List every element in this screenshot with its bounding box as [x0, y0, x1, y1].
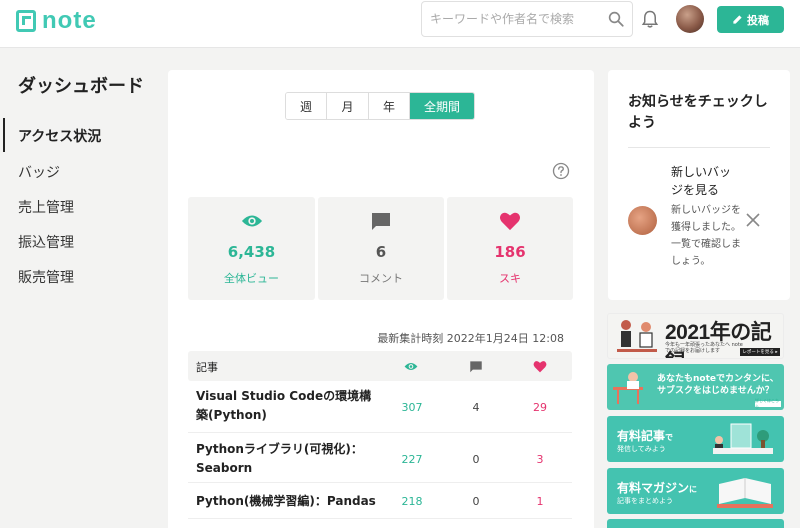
notification-bell-icon[interactable] — [641, 9, 659, 29]
views-label: 全体ビュー — [224, 272, 279, 285]
banner-paid-article[interactable]: 有料記事で 発信してみよう — [607, 416, 784, 462]
period-tabs: 週 月 年 全期間 — [285, 92, 475, 120]
top-header: note 投稿 — [0, 0, 800, 48]
stat-card-likes: 186 スキ — [447, 197, 573, 300]
notice-title: お知らせをチェックしよう — [628, 94, 768, 131]
table-header: 記事 — [188, 351, 572, 381]
banner-subscription[interactable]: あなたもnoteでカンタンに、サブスクをはじめませんか？ 詳しくはこちら — [607, 364, 784, 410]
illustration-people-icon — [617, 320, 657, 352]
banner-more[interactable] — [607, 519, 784, 528]
logo-text: note — [42, 7, 97, 34]
article-title[interactable]: Visual Studio Codeの環境構築(Python) — [196, 387, 376, 425]
post-button[interactable]: 投稿 — [717, 6, 784, 33]
likes-label: スキ — [499, 272, 521, 285]
illustration-desk-icon — [613, 372, 643, 404]
tab-year[interactable]: 年 — [369, 93, 410, 119]
badge-coin-icon — [628, 206, 657, 235]
eye-icon — [241, 215, 262, 227]
search-input[interactable] — [422, 2, 602, 36]
article-likes: 1 — [536, 495, 544, 508]
article-views: 227 — [401, 453, 423, 466]
table-row[interactable]: Python(機械学習編)：Pandas 218 0 1 — [188, 483, 572, 519]
banner-subscription-text: あなたもnoteでカンタンに、サブスクをはじめませんか？ — [657, 374, 779, 396]
dashboard-title: ダッシュボード — [18, 76, 144, 97]
tab-week[interactable]: 週 — [286, 93, 327, 119]
nav-active-indicator — [3, 118, 5, 152]
illustration-open-book-icon — [717, 478, 773, 508]
nav-item-sales-management[interactable]: 販売管理 — [18, 267, 74, 287]
comments-column-comment-icon — [470, 361, 482, 373]
banner-paid-magazine-title: 有料マガジンに — [617, 479, 697, 496]
notice-item-title[interactable]: 新しいバッジを見る — [671, 163, 741, 199]
banner-paid-article-title: 有料記事で — [617, 427, 673, 444]
notice-item-body: 新しいバッジを獲得しました。一覧で確認しましょう。 — [671, 205, 741, 267]
help-icon[interactable] — [552, 162, 570, 180]
illustration-books-icon — [713, 423, 773, 454]
likes-column-heart-icon — [533, 361, 547, 373]
note-logo-icon — [16, 10, 36, 32]
banner-2021-report[interactable]: 2021年の記録 今年も一年頑張ったあなたへ noteでの記録をお届けします レ… — [607, 313, 784, 359]
last-updated: 最新集計時刻 2022年1月24日 12:08 — [377, 332, 564, 345]
article-comments: 0 — [472, 453, 480, 466]
tab-all-time[interactable]: 全期間 — [410, 93, 474, 119]
banner-paid-article-title-particle: で — [665, 433, 674, 442]
note-logo[interactable]: note — [16, 7, 97, 35]
banner-2021-subtitle: 今年も一年頑張ったあなたへ noteでの記録をお届けします — [665, 342, 743, 354]
search-icon[interactable] — [607, 10, 625, 28]
article-views: 218 — [401, 495, 423, 508]
tab-month[interactable]: 月 — [327, 93, 369, 119]
comments-total: 6 — [375, 243, 387, 261]
access-panel: 週 月 年 全期間 6,438 全体ビュー 6 コメント 186 スキ 最新集計… — [168, 70, 594, 528]
column-header-article: 記事 — [196, 361, 218, 374]
views-total: 6,438 — [227, 243, 276, 261]
stat-card-views: 6,438 全体ビュー — [188, 197, 315, 300]
article-likes: 29 — [533, 401, 547, 414]
article-title[interactable]: Pythonライブラリ(可視化)：Seaborn — [196, 440, 376, 478]
heart-icon — [500, 212, 520, 231]
article-title[interactable]: Python(機械学習編)：Pandas — [196, 492, 396, 511]
divider — [628, 147, 770, 148]
banner-2021-report-button[interactable]: レポートを見る ▸ — [740, 348, 780, 356]
notice-panel: お知らせをチェックしよう 新しいバッジを見る 新しいバッジを獲得しました。一覧で… — [608, 70, 790, 300]
article-views: 307 — [401, 401, 423, 414]
banner-paid-article-title-main: 有料記事 — [617, 429, 666, 443]
comments-label: コメント — [359, 272, 403, 285]
article-comments: 0 — [472, 495, 480, 508]
views-column-eye-icon — [404, 363, 418, 370]
banner-paid-magazine-subtitle: 記事をまとめよう — [617, 497, 673, 505]
likes-total: 186 — [494, 243, 526, 261]
nav-item-badges[interactable]: バッジ — [18, 162, 60, 182]
pencil-icon — [733, 15, 742, 24]
nav-item-sales[interactable]: 売上管理 — [18, 197, 74, 217]
nav-item-access[interactable]: アクセス状況 — [18, 126, 101, 146]
banner-subscription-button[interactable]: 詳しくはこちら — [755, 398, 781, 409]
close-icon[interactable] — [746, 213, 760, 227]
user-avatar[interactable] — [676, 5, 704, 33]
banner-paid-article-subtitle: 発信してみよう — [617, 445, 666, 453]
article-comments: 4 — [472, 401, 480, 414]
article-likes: 3 — [536, 453, 544, 466]
stat-card-comments: 6 コメント — [318, 197, 444, 300]
banner-paid-magazine-title-main: 有料マガジン — [617, 481, 690, 495]
table-row[interactable]: Visual Studio Codeの環境構築(Python) 307 4 29 — [188, 381, 572, 433]
post-button-label: 投稿 — [747, 13, 769, 27]
banner-paid-magazine[interactable]: 有料マガジンに 記事をまとめよう — [607, 468, 784, 514]
nav-item-transfers[interactable]: 振込管理 — [18, 232, 74, 252]
banner-paid-magazine-title-particle: に — [689, 485, 698, 494]
table-row[interactable]: Pythonライブラリ(可視化)：Seaborn 227 0 3 — [188, 433, 572, 483]
search-box — [421, 1, 633, 37]
comment-icon — [372, 213, 390, 230]
